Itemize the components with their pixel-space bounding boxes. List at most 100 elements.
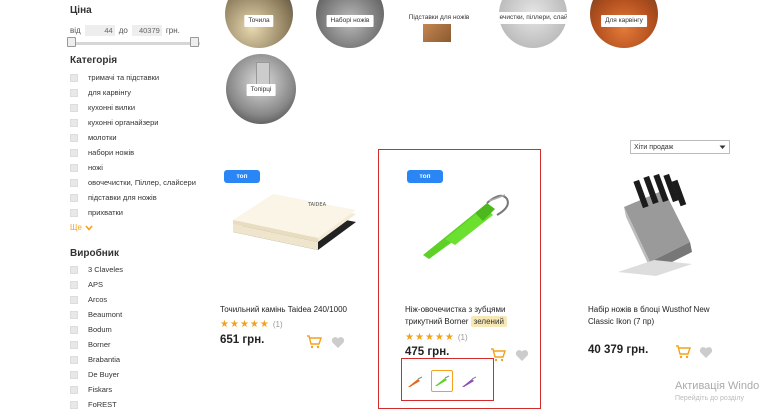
maker-list: 3 Claveles APS Arcos Beaumont Bodum Born… — [70, 262, 123, 412]
category-item[interactable]: для карвінгу — [70, 85, 196, 100]
checkbox[interactable] — [70, 355, 78, 364]
category-circle-carving[interactable]: Для карвінгу — [590, 0, 658, 48]
category-filter-title: Категорія — [70, 55, 118, 66]
product-price: 40 379 грн. — [588, 344, 649, 356]
sharpening-stone-image: TAIDEA — [233, 194, 356, 250]
star-icon: ★ — [220, 319, 229, 330]
maker-item[interactable]: Arcos — [70, 292, 123, 307]
product-card[interactable] — [215, 160, 365, 360]
checkbox[interactable] — [70, 178, 78, 187]
checkbox[interactable] — [70, 193, 78, 202]
star-icon: ★ — [434, 332, 444, 343]
color-swatch-purple[interactable] — [458, 371, 480, 393]
currency-label: грн. — [165, 26, 180, 35]
category-item[interactable]: овочечистки, Пiллер, слайсери — [70, 175, 196, 190]
star-icon: ★ — [259, 319, 269, 330]
chevron-down-icon — [85, 224, 93, 231]
price-slider-min-handle[interactable] — [67, 37, 76, 47]
checkbox[interactable] — [70, 118, 78, 127]
maker-item[interactable]: De Buyer — [70, 367, 123, 382]
maker-item[interactable]: 3 Claveles — [70, 262, 123, 277]
wishlist-heart-icon[interactable] — [515, 349, 529, 362]
maker-item[interactable]: Beaumont — [70, 307, 123, 322]
star-icon: ★ — [229, 319, 239, 330]
maker-item[interactable]: APS — [70, 277, 123, 292]
maker-item[interactable]: Bodum — [70, 322, 123, 337]
color-swatch-orange[interactable] — [404, 371, 426, 393]
checkbox[interactable] — [70, 88, 78, 97]
category-circle-knife-stands[interactable]: Підставки для ножів — [405, 0, 473, 48]
checkbox[interactable] — [70, 340, 78, 349]
category-circle-peelers[interactable]: Овочечистки, пiллери, слайсери — [499, 0, 567, 48]
checkbox[interactable] — [70, 103, 78, 112]
show-more-link[interactable]: Ще — [70, 223, 93, 232]
checkbox[interactable] — [70, 280, 78, 289]
checkbox[interactable] — [70, 385, 78, 394]
rating-count: (1) — [457, 333, 468, 342]
rating-stars: ★ ★ ★ ★ ★ (1) — [220, 319, 283, 330]
category-item[interactable]: молотки — [70, 130, 196, 145]
category-item[interactable]: підставки для ножів — [70, 190, 196, 205]
category-item[interactable]: ножі — [70, 160, 196, 175]
color-tag: зелений — [470, 316, 507, 327]
rating-count: (1) — [272, 320, 283, 329]
checkbox[interactable] — [70, 295, 78, 304]
price-from-input[interactable] — [84, 25, 115, 36]
product-price: 651 грн. — [220, 334, 265, 346]
peeler-purple-icon — [462, 376, 477, 387]
product-price: 475 грн. — [405, 346, 450, 358]
star-icon: ★ — [444, 332, 454, 343]
top-badge: топ — [224, 170, 260, 183]
checkbox[interactable] — [70, 163, 78, 172]
sort-select[interactable]: Хіти продаж — [630, 140, 730, 154]
checkbox[interactable] — [70, 325, 78, 334]
checkbox[interactable] — [70, 400, 78, 409]
category-list: тримачі та підставки для карвінгу кухонн… — [70, 70, 196, 220]
peeler-image — [423, 194, 509, 259]
cart-icon[interactable] — [306, 335, 322, 349]
category-item[interactable]: кухонні органайзери — [70, 115, 196, 130]
checkbox[interactable] — [70, 370, 78, 379]
checkbox[interactable] — [70, 265, 78, 274]
category-item[interactable]: набори ножів — [70, 145, 196, 160]
checkbox[interactable] — [70, 148, 78, 157]
color-swatch-green[interactable] — [431, 370, 453, 392]
star-icon: ★ — [405, 332, 414, 343]
checkbox[interactable] — [70, 73, 78, 82]
checkbox[interactable] — [70, 133, 78, 142]
product-name[interactable]: Набір ножів в блоці Wusthof New Classic … — [588, 304, 710, 328]
filter-sidebar: Ціна від до грн. Категорія тримачі та пі… — [0, 0, 210, 415]
wishlist-heart-icon[interactable] — [699, 346, 713, 359]
wishlist-heart-icon[interactable] — [331, 336, 345, 349]
peeler-green-icon — [435, 375, 450, 386]
price-filter-title: Ціна — [70, 5, 92, 16]
product-name[interactable]: Точильний камінь Taidea 240/1000 — [220, 304, 347, 316]
category-item[interactable]: прихватки — [70, 205, 196, 220]
star-icon: ★ — [239, 319, 249, 330]
price-to-input[interactable] — [131, 25, 162, 36]
top-badge: топ — [407, 170, 443, 183]
checkbox[interactable] — [70, 310, 78, 319]
category-item[interactable]: кухонні вилки — [70, 100, 196, 115]
maker-item[interactable]: Brabantia — [70, 352, 123, 367]
maker-item[interactable]: Fiskars — [70, 382, 123, 397]
maker-filter-title: Виробник — [70, 248, 119, 259]
category-circle-sharpeners[interactable]: Точила — [225, 0, 293, 48]
price-from-label: від — [70, 26, 81, 35]
category-circle-cleavers[interactable]: Топірці — [226, 54, 296, 124]
category-item[interactable]: тримачі та підставки — [70, 70, 196, 85]
price-slider-track[interactable] — [70, 42, 200, 45]
category-circle-knife-sets[interactable]: Наборі ножів — [316, 0, 384, 48]
price-slider-max-handle[interactable] — [190, 37, 199, 47]
chevron-down-icon — [719, 145, 726, 149]
cart-icon[interactable] — [675, 345, 691, 359]
checkbox[interactable] — [70, 208, 78, 217]
windows-activation-subtext: Перейдіть до розділу — [675, 395, 744, 402]
maker-item[interactable]: Borner — [70, 337, 123, 352]
maker-item[interactable]: FoREST — [70, 397, 123, 412]
peeler-orange-icon — [408, 376, 423, 387]
product-name[interactable]: Ніж-овочечистка з зубцями трикутний Born… — [405, 304, 507, 328]
star-icon: ★ — [249, 319, 259, 330]
rating-stars: ★ ★ ★ ★ ★ (1) — [405, 332, 468, 343]
svg-text:TAIDEA: TAIDEA — [307, 202, 327, 208]
